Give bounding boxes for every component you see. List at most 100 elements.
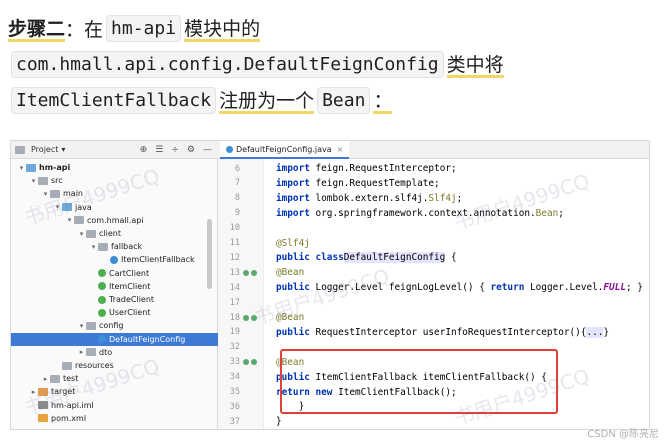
line-number: 8	[234, 193, 240, 204]
tree-item-label: dto	[99, 347, 113, 357]
folder-icon	[26, 163, 36, 172]
tree-item-label: DefaultFeignConfig	[109, 334, 186, 344]
class-icon	[98, 269, 106, 278]
text-segment: 注册为一个	[219, 86, 314, 114]
bean-icon	[243, 359, 249, 366]
tree-item[interactable]: ▾ config	[11, 319, 218, 332]
bean-gutter-icon[interactable]	[243, 355, 257, 370]
tree-item-label: CartClient	[109, 268, 150, 278]
gear-icon[interactable]: ⚙	[187, 145, 195, 155]
text-segment: 模块中的	[184, 14, 260, 42]
tree-item-label: ItemClientFallback	[121, 255, 195, 265]
line-number: 34	[229, 372, 240, 383]
code-line: public class DefaultFeignConfig {	[276, 252, 457, 264]
class-icon	[226, 145, 233, 153]
tree-item[interactable]: TradeClient	[11, 293, 218, 306]
line-number: 14	[229, 282, 240, 293]
folder-icon	[74, 216, 84, 225]
code-line: @Bean	[276, 267, 305, 279]
line-number: 36	[229, 401, 240, 412]
line-number: 32	[229, 342, 240, 353]
line-number-gutter: 6 7 8 9 10 11 12 13 14 17 18 19 32 33 34 35 36 37	[218, 159, 264, 429]
line-number: 10	[229, 223, 240, 234]
chevron-down-icon[interactable]: ▾	[29, 177, 38, 185]
code-fallback-class: ItemClientFallback	[11, 86, 217, 114]
locate-icon[interactable]: ⊕	[140, 145, 148, 155]
line-number: 17	[229, 297, 240, 308]
code-line: import feign.RequestTemplate;	[276, 177, 440, 189]
chevron-right-icon[interactable]: ▸	[41, 375, 50, 383]
class-icon	[98, 335, 106, 344]
instruction-line-3: ItemClientFallback 注册为一个 Bean ：	[8, 82, 658, 118]
bean-gutter-icon[interactable]	[243, 265, 257, 280]
tree-item[interactable]: ▾ client	[11, 227, 218, 240]
folder-icon	[86, 321, 96, 330]
tree-item[interactable]: ItemClientFallback	[11, 253, 218, 266]
text-segment: ：	[373, 86, 392, 114]
tree-item-label: TradeClient	[109, 295, 155, 304]
bean-icon	[243, 314, 249, 321]
line-number: 35	[229, 387, 240, 397]
source-credit: CSDN @陈亮尼	[587, 429, 659, 440]
instruction-text: 步骤二 ：在 hm-api 模块中的 com.hmall.api.config.…	[8, 10, 658, 118]
folder-icon	[86, 348, 96, 357]
step-label: 步骤二	[8, 14, 65, 42]
chevron-down-icon[interactable]: ▾	[89, 243, 98, 251]
line-number: 37	[229, 416, 240, 427]
project-label: Project	[31, 145, 59, 154]
line-number: 13	[229, 267, 240, 278]
tree-item-label: src	[51, 176, 63, 186]
tree-item[interactable]: CartClient	[11, 267, 218, 280]
tree-item[interactable]: ▸ dto	[11, 346, 218, 359]
chevron-down-icon[interactable]: ▾	[77, 322, 86, 330]
tab-label: DefaultFeignConfig.java	[236, 144, 332, 154]
class-icon	[98, 282, 106, 291]
folder-icon	[86, 229, 96, 238]
ide-screenshot: Project ▾ ⊕ ☰ ÷ ⚙ — ▾ hm-api ▾ src ▾ main ▾ java ▾ co…	[10, 140, 650, 430]
tree-item-label: ItemClient	[109, 281, 151, 291]
chevron-down-icon[interactable]: ▾	[17, 164, 26, 172]
code-line: import feign.RequestInterceptor;	[276, 163, 457, 174]
tree-item-label: UserClient	[109, 308, 151, 318]
expand-all-icon[interactable]: ☰	[155, 145, 163, 155]
instruction-line-2: com.hmall.api.config.DefaultFeignConfig …	[8, 46, 658, 82]
tree-item[interactable]: ItemClient	[11, 280, 218, 293]
tree-item[interactable]: UserClient	[11, 306, 218, 319]
text-segment: ：在	[65, 18, 104, 41]
class-icon	[110, 255, 118, 264]
hide-icon[interactable]: —	[203, 145, 212, 155]
tree-item-label: fallback	[111, 242, 143, 252]
text-segment: 类中将	[447, 50, 504, 78]
chevron-down-icon[interactable]: ▾	[77, 230, 86, 238]
class-icon	[98, 295, 106, 304]
close-icon[interactable]: ×	[337, 145, 344, 154]
line-number: 12	[229, 252, 240, 263]
tree-item-label: hm-api	[39, 163, 71, 172]
code-line: public RequestInterceptor userInfoReques…	[276, 326, 610, 338]
collapse-all-icon[interactable]: ÷	[171, 145, 179, 155]
editor-tab-bar: DefaultFeignConfig.java ×	[218, 141, 649, 159]
chevron-down-icon: ▾	[61, 145, 66, 154]
tab-default-feign-config[interactable]: DefaultFeignConfig.java ×	[220, 141, 350, 159]
tree-item[interactable]: DefaultFeignConfig	[11, 332, 218, 346]
code-line: @Slf4j	[276, 237, 310, 249]
instruction-line-1: 步骤二 ：在 hm-api 模块中的	[8, 10, 658, 46]
code-bean: Bean	[317, 86, 371, 114]
project-view-selector[interactable]: Project ▾	[15, 145, 65, 154]
chevron-right-icon[interactable]: ▸	[77, 348, 86, 356]
line-number: 18	[229, 312, 240, 323]
bean-icon	[243, 269, 249, 276]
folder-icon	[38, 176, 48, 185]
line-number: 7	[234, 178, 240, 189]
line-number: 33	[229, 357, 240, 368]
code-module-name: hm-api	[106, 14, 182, 42]
code-line: import lombok.extern.slf4j. Slf4j;	[276, 192, 463, 204]
tree-item-label: pom.xml	[51, 413, 87, 423]
tree-item-label: com.hmall.api	[87, 215, 144, 225]
project-toolbar: Project ▾ ⊕ ☰ ÷ ⚙ —	[11, 141, 218, 159]
line-number: 6	[234, 163, 240, 174]
class-icon	[98, 308, 106, 317]
folder-icon	[62, 361, 72, 370]
line-number: 11	[229, 238, 240, 248]
tree-item[interactable]: ▾ fallback	[11, 240, 218, 253]
